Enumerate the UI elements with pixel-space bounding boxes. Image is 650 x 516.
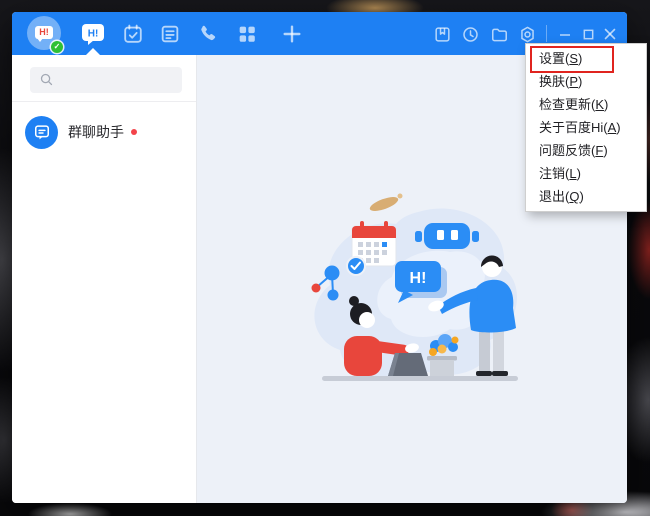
tab-news[interactable] — [157, 21, 183, 47]
baidu-hi-logo: H! — [35, 26, 53, 42]
leaf-decoration — [369, 193, 403, 211]
svg-text:H!: H! — [410, 270, 427, 287]
favorites-button[interactable] — [429, 21, 455, 47]
menu-item-exit[interactable]: 退出Q — [526, 185, 646, 208]
menu-item-label: 换肤 — [539, 74, 566, 89]
menu-item-change-skin[interactable]: 换肤P — [526, 70, 646, 93]
menu-item-mnemonic: P — [565, 74, 582, 89]
conversation-item-group-assistant[interactable]: 群聊助手 — [12, 107, 196, 157]
menu-item-label: 注销 — [539, 166, 566, 181]
titlebar-divider — [546, 25, 547, 42]
phone-icon — [201, 25, 216, 41]
menu-item-label: 设置 — [539, 51, 566, 66]
assistant-chat-icon — [34, 125, 49, 140]
add-button[interactable] — [279, 21, 305, 47]
history-button[interactable] — [457, 21, 483, 47]
favorites-icon — [434, 26, 450, 42]
sidebar-divider — [12, 101, 196, 102]
ground-line — [322, 376, 518, 381]
menu-item-label: 检查更新 — [539, 97, 592, 112]
hi-speech-bubble: H! — [395, 261, 447, 303]
tab-schedule[interactable] — [120, 21, 146, 47]
search-icon — [40, 73, 53, 86]
menu-item-label: 问题反馈 — [539, 143, 592, 158]
news-list-icon — [161, 25, 179, 43]
group-assistant-avatar — [25, 115, 58, 149]
menu-item-check-update[interactable]: 检查更新K — [526, 93, 646, 116]
empty-state-illustration: H! — [311, 193, 518, 381]
settings-gear-icon — [520, 26, 534, 42]
calendar-check-icon — [124, 24, 142, 43]
menu-item-feedback[interactable]: 问题反馈F — [526, 139, 646, 162]
active-tab-notch — [86, 48, 100, 55]
search-box[interactable] — [30, 67, 182, 93]
conversation-label: 群聊助手 — [68, 124, 124, 140]
plus-icon — [283, 25, 301, 43]
settings-dropdown-menu: 设置S 换肤P 检查更新K 关于百度HiA 问题反馈F 注销L 退出Q — [525, 43, 647, 212]
files-button[interactable] — [486, 21, 512, 47]
menu-item-mnemonic: Q — [565, 189, 584, 204]
tab-apps[interactable] — [234, 21, 260, 47]
minimize-icon — [560, 34, 570, 36]
apps-grid-icon — [239, 26, 255, 42]
menu-item-label: 关于百度Hi — [539, 120, 604, 135]
menu-item-mnemonic: K — [591, 97, 608, 112]
user-avatar[interactable]: H! ✓ — [27, 16, 63, 53]
menu-item-mnemonic: A — [603, 120, 620, 135]
menu-item-mnemonic: F — [591, 143, 608, 158]
laptop-illustration — [388, 353, 428, 376]
online-status-badge: ✓ — [51, 41, 63, 53]
maximize-icon — [583, 29, 593, 39]
history-clock-icon — [462, 26, 478, 42]
menu-item-settings[interactable]: 设置S — [526, 47, 646, 70]
menu-item-mnemonic: S — [565, 51, 582, 66]
svg-text:H!: H! — [88, 29, 99, 40]
desktop-wallpaper: H! ✓ H! 群聊助手 H! 设置(S) 换肤(P) 检查更新(K … — [0, 0, 650, 516]
chat-icon: H! — [82, 24, 104, 45]
menu-item-mnemonic: L — [565, 166, 581, 181]
folder-icon — [491, 28, 507, 41]
close-icon — [604, 28, 616, 40]
menu-item-label: 退出 — [539, 189, 566, 204]
sidebar: 群聊助手 — [12, 55, 197, 503]
tab-call[interactable] — [195, 21, 221, 47]
menu-item-about[interactable]: 关于百度HiA — [526, 116, 646, 139]
tab-chat[interactable]: H! — [80, 21, 106, 47]
menu-item-logout[interactable]: 注销L — [526, 162, 646, 185]
unread-dot — [131, 129, 137, 135]
